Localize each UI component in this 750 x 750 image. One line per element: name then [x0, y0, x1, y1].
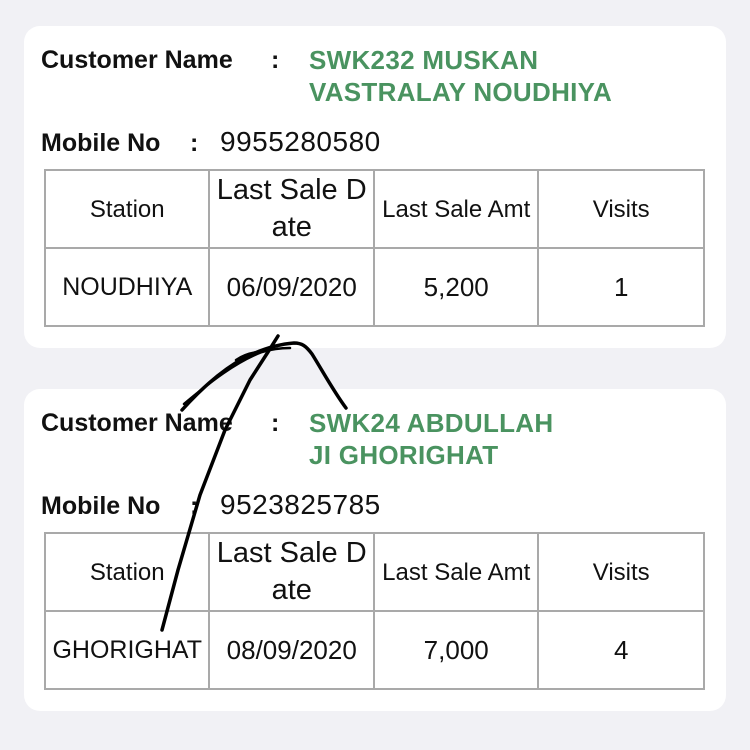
- table-row[interactable]: NOUDHIYA 06/09/2020 5,200 1: [43, 247, 705, 327]
- header-visits: Visits: [537, 169, 705, 249]
- cell-visits: 1: [537, 247, 705, 327]
- cell-station: GHORIGHAT: [43, 610, 211, 690]
- cell-visits: 4: [537, 610, 705, 690]
- colon: :: [271, 46, 280, 74]
- cell-last-sale-amt: 5,200: [372, 247, 540, 327]
- mobile-label: Mobile No: [41, 492, 161, 520]
- customer-name-line-2: JI GHORIGHAT: [309, 440, 499, 470]
- table-header-row: Station Last Sale Date Last Sale Amt Vis…: [43, 532, 705, 612]
- customer-name-line-1: SWK24 ABDULLAH: [309, 408, 554, 438]
- customer-card[interactable]: Customer Name : SWK24 ABDULLAH JI GHORIG…: [24, 389, 726, 711]
- table-header-row: Station Last Sale Date Last Sale Amt Vis…: [43, 169, 705, 249]
- customer-name-value: SWK24 ABDULLAH JI GHORIGHAT: [309, 407, 689, 471]
- customer-card[interactable]: Customer Name : SWK232 MUSKAN VASTRALAY …: [24, 26, 726, 348]
- header-station: Station: [43, 169, 211, 249]
- customer-name-label: Customer Name: [41, 409, 233, 437]
- header-visits: Visits: [537, 532, 705, 612]
- header-last-sale-amt: Last Sale Amt: [372, 169, 540, 249]
- sales-table: Station Last Sale Date Last Sale Amt Vis…: [43, 169, 705, 327]
- colon: :: [190, 492, 199, 520]
- table-row[interactable]: GHORIGHAT 08/09/2020 7,000 4: [43, 610, 705, 690]
- sales-table: Station Last Sale Date Last Sale Amt Vis…: [43, 532, 705, 690]
- mobile-number[interactable]: 9955280580: [220, 126, 381, 158]
- customer-name-line-2: VASTRALAY NOUDHIYA: [309, 77, 613, 107]
- colon: :: [190, 129, 199, 157]
- customer-name-value: SWK232 MUSKAN VASTRALAY NOUDHIYA: [309, 44, 689, 108]
- customer-name-label: Customer Name: [41, 46, 233, 74]
- cell-station: NOUDHIYA: [43, 247, 211, 327]
- header-last-sale-date: Last Sale Date: [208, 532, 375, 612]
- header-last-sale-date: Last Sale Date: [208, 169, 375, 249]
- cell-last-sale-date: 08/09/2020: [208, 610, 375, 690]
- customer-name-line-1: SWK232 MUSKAN: [309, 45, 539, 75]
- colon: :: [271, 409, 280, 437]
- mobile-label: Mobile No: [41, 129, 161, 157]
- header-last-sale-amt: Last Sale Amt: [372, 532, 540, 612]
- cell-last-sale-date: 06/09/2020: [208, 247, 375, 327]
- header-station: Station: [43, 532, 211, 612]
- cell-last-sale-amt: 7,000: [372, 610, 540, 690]
- mobile-number[interactable]: 9523825785: [220, 489, 381, 521]
